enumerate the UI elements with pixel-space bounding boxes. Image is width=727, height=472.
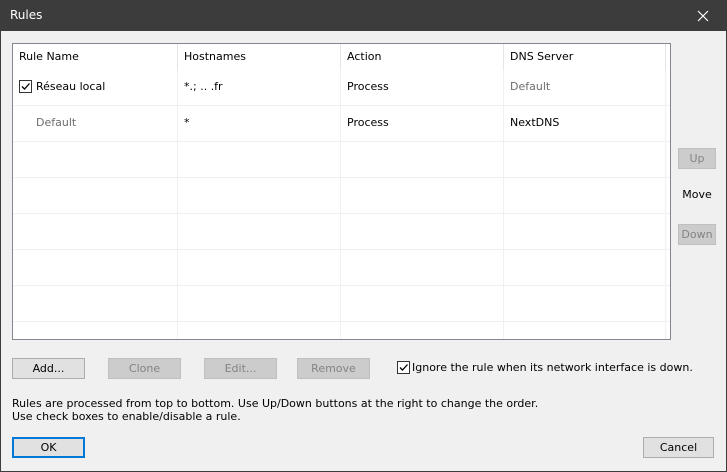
add-button[interactable]: Add... — [12, 358, 85, 379]
down-button[interactable]: Down — [678, 224, 716, 245]
clone-button[interactable]: Clone — [108, 358, 181, 379]
empty-row — [13, 142, 670, 178]
dns-server-cell: NextDNS — [504, 106, 666, 142]
rules-table[interactable]: Rule Name Hostnames Action DNS Server Ré… — [12, 43, 671, 340]
empty-row — [13, 178, 670, 214]
rule-enabled-checkbox[interactable] — [19, 79, 32, 93]
ok-button[interactable]: OK — [12, 437, 85, 458]
action-cell: Process — [341, 70, 504, 106]
close-icon — [697, 10, 709, 22]
empty-row — [13, 286, 670, 322]
empty-row — [13, 250, 670, 286]
action-cell: Process — [341, 106, 504, 142]
help-text-line-2: Use check boxes to enable/disable a rule… — [12, 410, 241, 423]
rules-dialog: Rules Rule Name Hostnames Action DNS Ser… — [0, 0, 727, 472]
cancel-button[interactable]: Cancel — [643, 437, 714, 458]
rule-name-cell: Réseau local — [13, 70, 178, 106]
header-rule-name[interactable]: Rule Name — [13, 44, 178, 70]
edit-button[interactable]: Edit... — [204, 358, 277, 379]
window-title: Rules — [10, 8, 43, 22]
empty-row — [13, 214, 670, 250]
remove-button[interactable]: Remove — [297, 358, 370, 379]
hostnames-cell: *.; .. .fr — [178, 70, 341, 106]
rule-name-text: Réseau local — [36, 80, 106, 93]
hostnames-cell: * — [178, 106, 341, 142]
check-icon — [21, 82, 30, 90]
header-dns-server[interactable]: DNS Server — [504, 44, 666, 70]
help-text-line-1: Rules are processed from top to bottom. … — [12, 397, 539, 410]
rule-name-cell: Default — [13, 106, 178, 142]
ignore-rule-checkbox[interactable] — [397, 360, 410, 374]
title-bar: Rules — [1, 1, 726, 31]
ignore-rule-option[interactable]: Ignore the rule when its network interfa… — [397, 360, 693, 375]
ignore-rule-label: Ignore the rule when its network interfa… — [412, 361, 693, 374]
table-row[interactable]: Réseau local *.; .. .fr Process Default — [13, 70, 670, 106]
close-button[interactable] — [680, 1, 726, 31]
table-row[interactable]: Default * Process NextDNS — [13, 106, 670, 142]
help-text: Rules are processed from top to bottom. … — [12, 397, 538, 423]
up-button[interactable]: Up — [678, 148, 716, 169]
check-icon — [399, 363, 408, 371]
dns-server-cell: Default — [504, 70, 666, 106]
move-label: Move — [682, 188, 712, 201]
header-hostnames[interactable]: Hostnames — [178, 44, 341, 70]
header-action[interactable]: Action — [341, 44, 504, 70]
table-header: Rule Name Hostnames Action DNS Server — [13, 44, 670, 70]
